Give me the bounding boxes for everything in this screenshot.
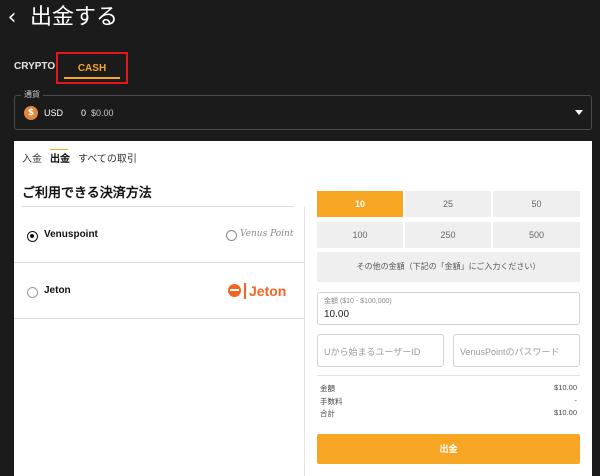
- subtab-deposit[interactable]: 入金: [22, 153, 42, 167]
- venuspoint-logo-text: Venus Point: [240, 229, 294, 239]
- amount-field-value: 10.00: [324, 309, 350, 320]
- summary-label: 合計: [320, 409, 335, 418]
- password-input[interactable]: VenusPointのパスワード: [453, 334, 580, 367]
- tab-cash-label: CASH: [77, 63, 107, 74]
- tab-active-indicator: [64, 77, 120, 79]
- summary-value: $10.00: [554, 383, 577, 392]
- tab-cash[interactable]: CASH: [56, 52, 128, 84]
- subtab-withdraw[interactable]: 出金: [50, 153, 70, 167]
- amount-option-10[interactable]: 10: [317, 191, 403, 217]
- currency-legend: 通貨: [21, 89, 43, 101]
- page-title: 出金する: [30, 5, 119, 30]
- jeton-logo-text: Jeton: [249, 283, 287, 299]
- radio-selected-icon[interactable]: [27, 231, 38, 242]
- method-name: Jeton: [44, 285, 71, 296]
- currency-select[interactable]: 通貨 $ USD 0 $0.00: [14, 89, 592, 130]
- payment-method-venuspoint[interactable]: Venuspoint Venus Point: [14, 207, 304, 263]
- amount-option-50[interactable]: 50: [493, 191, 580, 217]
- summary-row-total: 合計 $10.00: [317, 408, 580, 419]
- withdraw-submit-button[interactable]: 出金: [317, 434, 580, 464]
- currency-balance: 0: [81, 108, 87, 118]
- user-id-placeholder: Uから始まるユーザーID: [324, 347, 421, 357]
- payment-method-jeton[interactable]: Jeton Jeton: [14, 263, 304, 319]
- summary-value: -: [574, 396, 578, 405]
- summary-label: 手数料: [320, 397, 343, 406]
- summary-label: 金額: [320, 384, 335, 393]
- caret-down-icon: [575, 110, 583, 115]
- method-name: Venuspoint: [44, 229, 98, 240]
- dollar-coin-icon: $: [24, 106, 38, 120]
- amount-option-100[interactable]: 100: [317, 222, 403, 248]
- header: ‹ 出金する: [0, 0, 600, 38]
- amount-option-500[interactable]: 500: [493, 222, 580, 248]
- tab-crypto[interactable]: CRYPTO: [14, 52, 55, 84]
- column-divider: [304, 207, 305, 476]
- subtab-all-transactions[interactable]: すべての取引: [78, 153, 137, 167]
- summary-value: $10.00: [554, 408, 577, 417]
- withdraw-panel: 入金 出金 すべての取引 ご利用できる決済方法 Venuspoint Venus…: [14, 141, 592, 476]
- venuspoint-mark-icon: [226, 230, 237, 241]
- jeton-mark-icon: [228, 284, 241, 297]
- amount-field[interactable]: 金額 ($10 - $100,000) 10.00: [317, 292, 580, 325]
- amount-option-250[interactable]: 250: [405, 222, 491, 248]
- methods-title: ご利用できる決済方法: [22, 185, 152, 200]
- jeton-divider: [244, 283, 246, 299]
- divider: [317, 375, 580, 376]
- radio-unselected-icon[interactable]: [27, 287, 38, 298]
- other-amount-button[interactable]: その他の金額（下記の「金額」にご入力ください）: [317, 252, 580, 282]
- currency-code: USD: [44, 108, 64, 118]
- summary-row-amount: 金額 $10.00: [317, 383, 580, 394]
- subtab-active-indicator: [50, 149, 68, 150]
- password-placeholder: VenusPointのパスワード: [460, 347, 560, 357]
- chevron-left-icon[interactable]: ‹: [3, 4, 21, 32]
- currency-amount: $0.00: [91, 108, 114, 118]
- amount-field-label: 金額 ($10 - $100,000): [324, 298, 392, 305]
- summary-row-fee: 手数料 -: [317, 396, 580, 407]
- user-id-input[interactable]: Uから始まるユーザーID: [317, 334, 444, 367]
- venuspoint-logo: Venus Point: [226, 228, 294, 244]
- asset-tabs: CRYPTO CASH: [0, 52, 600, 84]
- jeton-logo: Jeton: [228, 282, 294, 300]
- amount-option-25[interactable]: 25: [405, 191, 491, 217]
